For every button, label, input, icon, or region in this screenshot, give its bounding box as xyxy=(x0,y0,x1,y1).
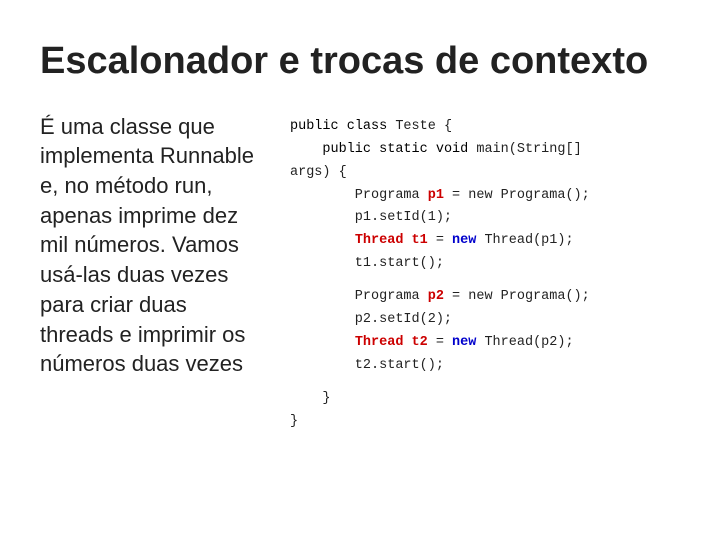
code-line-5: p1.setId(1); xyxy=(290,207,680,230)
code-line-14: } xyxy=(290,388,680,411)
slide-container: Escalonador e trocas de contexto É uma c… xyxy=(0,0,720,540)
slide-title: Escalonador e trocas de contexto xyxy=(40,40,680,84)
code-blank-2 xyxy=(290,378,680,388)
code-line-12: t2.start(); xyxy=(290,355,680,378)
code-line-3: args) { xyxy=(290,162,680,185)
code-line-15: } xyxy=(290,411,680,434)
code-line-7: t1.start(); xyxy=(290,253,680,276)
code-line-11: Thread t2 = new Thread(p2); xyxy=(290,332,680,355)
content-section: É uma classe que implementa Runnable e, … xyxy=(40,112,680,520)
code-line-9: Programa p2 = new Programa(); xyxy=(290,286,680,309)
code-block: public class Teste { public static void … xyxy=(290,112,680,520)
code-line-10: p2.setId(2); xyxy=(290,309,680,332)
left-text-block: É uma classe que implementa Runnable e, … xyxy=(40,112,260,520)
title-section: Escalonador e trocas de contexto xyxy=(40,40,680,84)
code-line-6: Thread t1 = new Thread(p1); xyxy=(290,230,680,253)
code-blank-1 xyxy=(290,276,680,286)
code-line-2: public static void main(String[] xyxy=(290,139,680,162)
code-line-4: Programa p1 = new Programa(); xyxy=(290,185,680,208)
left-paragraph: É uma classe que implementa Runnable e, … xyxy=(40,114,254,377)
code-line-1: public class Teste { xyxy=(290,116,680,139)
